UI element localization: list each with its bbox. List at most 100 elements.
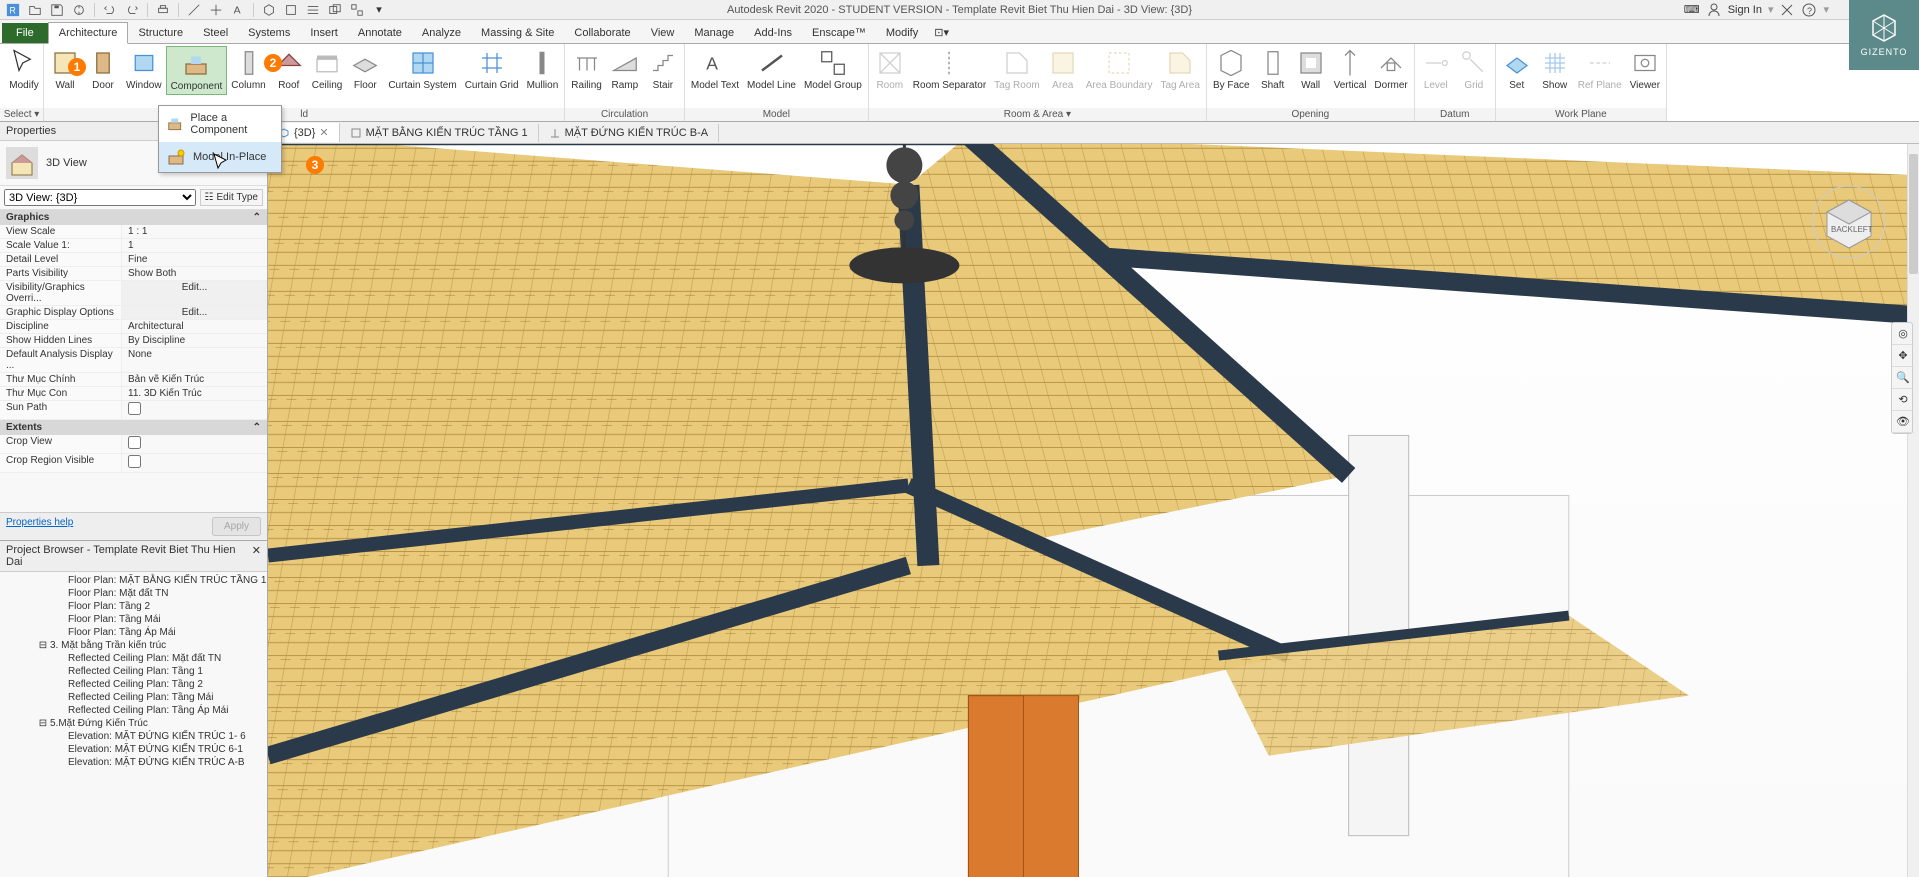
by-face-button[interactable]: By Face — [1209, 46, 1254, 93]
property-row[interactable]: Scale Value 1:1 — [0, 239, 267, 253]
tree-item[interactable]: Elevation: MẶT ĐỨNG KIẾN TRÚC 1- 6 — [0, 730, 267, 743]
dormer-button[interactable]: Dormer — [1370, 46, 1411, 93]
show-button[interactable]: Show — [1536, 46, 1574, 93]
print-icon[interactable] — [154, 1, 172, 19]
tab-manage[interactable]: Manage — [684, 23, 744, 43]
property-value[interactable] — [122, 454, 267, 472]
tree-item[interactable]: Reflected Ceiling Plan: Tầng 2 — [0, 678, 267, 691]
zoom-icon[interactable]: 🔍 — [1892, 367, 1914, 389]
property-value[interactable]: Architectural — [122, 320, 267, 333]
view-cube[interactable]: BACK LEFT — [1809, 182, 1889, 262]
3d-canvas[interactable] — [268, 144, 1919, 877]
tree-item[interactable]: Elevation: MẶT ĐỨNG KIẾN TRÚC 6-1 — [0, 743, 267, 756]
save-icon[interactable] — [48, 1, 66, 19]
doc-tab-floorplan[interactable]: MẶT BẰNG KIẾN TRÚC TẦNG 1 — [340, 124, 539, 142]
instance-selector[interactable]: 3D View: {3D} — [4, 189, 196, 206]
project-browser-close-icon[interactable]: ✕ — [252, 544, 261, 568]
switch-window-icon[interactable] — [348, 1, 366, 19]
door-button[interactable]: Door — [84, 46, 122, 93]
vertical-scrollbar[interactable] — [1907, 144, 1919, 877]
exchange-icon[interactable] — [1779, 2, 1795, 18]
section-icon[interactable] — [282, 1, 300, 19]
file-tab[interactable]: File — [2, 23, 48, 43]
signin-link[interactable]: Sign In — [1728, 4, 1762, 16]
tab-collaborate[interactable]: Collaborate — [564, 23, 640, 43]
tree-item[interactable]: Reflected Ceiling Plan: Tầng Mái — [0, 691, 267, 704]
property-value[interactable]: Fine — [122, 253, 267, 266]
property-value[interactable]: 1 — [122, 239, 267, 252]
tree-item[interactable]: Elevation: MẶT ĐỨNG KIẾN TRÚC A-B — [0, 756, 267, 769]
property-row[interactable]: Thư Mục ChínhBản vẽ Kiến Trúc — [0, 373, 267, 387]
stair-button[interactable]: Stair — [644, 46, 682, 93]
tree-item[interactable]: Floor Plan: Tầng Áp Mái — [0, 626, 267, 639]
tab-view[interactable]: View — [641, 23, 685, 43]
doc-tab-elevation[interactable]: MẶT ĐỨNG KIẾN TRÚC B-A — [539, 124, 719, 142]
tab-steel[interactable]: Steel — [193, 23, 238, 43]
property-row[interactable]: Sun Path — [0, 401, 267, 420]
orbit-icon[interactable]: ⟲ — [1892, 389, 1914, 411]
ramp-button[interactable]: Ramp — [606, 46, 644, 93]
property-value[interactable] — [122, 401, 267, 419]
model-text-button[interactable]: AModel Text — [687, 46, 743, 93]
3d-icon[interactable] — [260, 1, 278, 19]
model-line-button[interactable]: Model Line — [743, 46, 800, 93]
modify-button[interactable]: Modify — [2, 46, 46, 93]
opening-wall-button[interactable]: Wall — [1292, 46, 1330, 93]
tab-analyze[interactable]: Analyze — [412, 23, 471, 43]
tab-annotate[interactable]: Annotate — [348, 23, 412, 43]
window-button[interactable]: Window — [122, 46, 166, 93]
tree-item[interactable]: Reflected Ceiling Plan: Tầng Áp Mái — [0, 704, 267, 717]
qat-dropdown-icon[interactable]: ▾ — [370, 1, 388, 19]
property-value[interactable]: None — [122, 348, 267, 372]
graphics-group-header[interactable]: Graphics⌃ — [0, 210, 267, 225]
tab-insert[interactable]: Insert — [300, 23, 348, 43]
property-value[interactable]: By Discipline — [122, 334, 267, 347]
extents-group-header[interactable]: Extents⌃ — [0, 420, 267, 435]
room-panel-label[interactable]: Room & Area ▾ — [869, 108, 1206, 121]
place-component-item[interactable]: Place a Component — [159, 106, 281, 142]
tab-architecture[interactable]: Architecture — [48, 22, 129, 44]
property-row[interactable]: Visibility/Graphics Overri...Edit... — [0, 281, 267, 306]
property-row[interactable]: View Scale1 : 1 — [0, 225, 267, 239]
tree-item[interactable]: Floor Plan: Mặt đất TN — [0, 587, 267, 600]
room-separator-button[interactable]: Room Separator — [909, 46, 990, 93]
tab-extra-icon[interactable]: ⊡▾ — [928, 22, 955, 43]
look-icon[interactable]: 👁 — [1892, 411, 1914, 433]
model-group-button[interactable]: Model Group — [800, 46, 866, 93]
component-button[interactable]: Component — [166, 46, 228, 95]
set-button[interactable]: Set — [1498, 46, 1536, 93]
project-browser-tree[interactable]: Floor Plan: MẶT BẰNG KIẾN TRÚC TẦNG 1Flo… — [0, 572, 267, 877]
property-value[interactable]: Edit... — [122, 281, 267, 305]
ceiling-button[interactable]: Ceiling — [308, 46, 347, 93]
tree-group[interactable]: ⊟5.Mặt Đứng Kiến Trúc — [0, 717, 267, 730]
property-row[interactable]: Crop Region Visible — [0, 454, 267, 473]
tab-enscape[interactable]: Enscape™ — [802, 23, 876, 43]
mullion-button[interactable]: Mullion — [523, 46, 563, 93]
close-hidden-icon[interactable] — [326, 1, 344, 19]
model-in-place-item[interactable]: Model In-Place — [159, 142, 281, 172]
property-row[interactable]: Default Analysis Display ...None — [0, 348, 267, 373]
undo-icon[interactable] — [101, 1, 119, 19]
tree-expand-icon[interactable]: ⊟ — [38, 718, 48, 729]
curtain-grid-button[interactable]: Curtain Grid — [461, 46, 523, 93]
property-value[interactable]: Show Both — [122, 267, 267, 280]
property-row[interactable]: Parts VisibilityShow Both — [0, 267, 267, 281]
user-icon[interactable] — [1706, 2, 1722, 18]
property-row[interactable]: DisciplineArchitectural — [0, 320, 267, 334]
floor-button[interactable]: Floor — [346, 46, 384, 93]
property-row[interactable]: Thư Mục Con11. 3D Kiến Trúc — [0, 387, 267, 401]
tree-item[interactable]: Floor Plan: MẶT BẰNG KIẾN TRÚC TẦNG 1 — [0, 574, 267, 587]
railing-button[interactable]: Railing — [567, 46, 606, 93]
property-row[interactable]: Crop View — [0, 435, 267, 454]
redo-icon[interactable] — [123, 1, 141, 19]
full-nav-wheel-icon[interactable]: ◎ — [1892, 323, 1914, 345]
measure-icon[interactable] — [185, 1, 203, 19]
edit-type-button[interactable]: ☷Edit Type — [200, 189, 263, 206]
tree-group[interactable]: ⊟3. Mặt bằng Trần kiến trúc — [0, 639, 267, 652]
revit-logo-icon[interactable]: R — [4, 1, 22, 19]
property-value[interactable] — [122, 435, 267, 453]
tree-item[interactable]: Floor Plan: Tầng 2 — [0, 600, 267, 613]
tree-item[interactable]: Reflected Ceiling Plan: Mặt đất TN — [0, 652, 267, 665]
property-row[interactable]: Show Hidden LinesBy Discipline — [0, 334, 267, 348]
property-value[interactable]: Bản vẽ Kiến Trúc — [122, 373, 267, 386]
